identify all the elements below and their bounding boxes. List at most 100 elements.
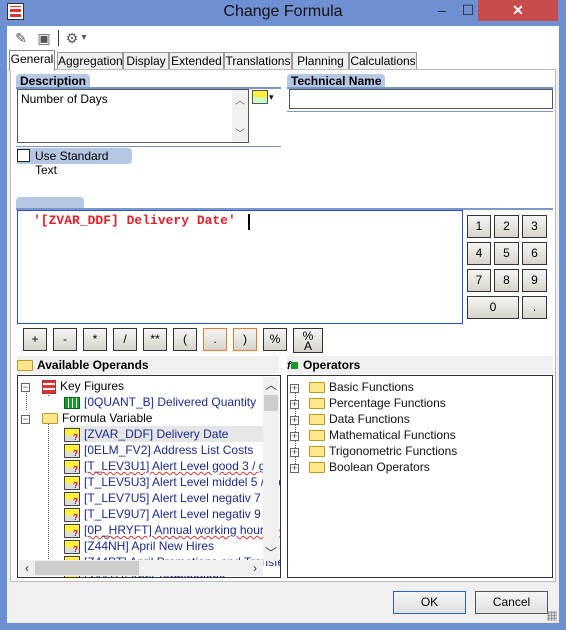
keypad-5-button[interactable]: 5 — [494, 242, 519, 265]
minus-button[interactable]: - — [53, 328, 77, 351]
multiply-button[interactable]: * — [83, 328, 107, 351]
expand-icon[interactable]: + — [290, 464, 299, 473]
operators-tree[interactable]: + Basic Functions + Percentage Functions +… — [287, 375, 553, 578]
scroll-left-icon[interactable]: ‹ — [19, 560, 35, 576]
vertical-scroll-thumb[interactable] — [264, 395, 278, 411]
tab-general[interactable]: General — [9, 50, 55, 71]
minimize-button[interactable]: – — [432, 0, 452, 21]
tree-node-t-lev9u7[interactable]: [T_LEV9U7] Alert Level negativ 9 / n — [64, 506, 277, 522]
folder-icon — [309, 382, 325, 394]
tree-node-basic-functions[interactable]: + Basic Functions — [290, 379, 414, 395]
chevron-down-icon[interactable]: ▾ — [79, 29, 89, 47]
horizontal-scroll-thumb[interactable] — [35, 561, 139, 575]
use-standard-text-label: Use Standard Text — [35, 149, 109, 177]
tree-node-mathematical-functions[interactable]: + Mathematical Functions — [290, 427, 456, 443]
close-button[interactable]: ✕ — [478, 0, 558, 21]
operators-header: f Operators — [287, 356, 553, 374]
tree-node-boolean-operators[interactable]: + Boolean Operators — [290, 459, 430, 475]
percent-a-button[interactable]: % A — [293, 328, 323, 353]
tab-calculations[interactable]: Calculations — [349, 52, 417, 70]
scroll-down-icon[interactable]: ﹀ — [263, 545, 279, 561]
tree-node-data-functions[interactable]: + Data Functions — [290, 411, 410, 427]
expand-icon[interactable]: + — [290, 400, 299, 409]
formula-text: '[ZVAR_DDF] Delivery Date' — [33, 213, 236, 228]
formula-editor[interactable]: '[ZVAR_DDF] Delivery Date' — [17, 210, 463, 324]
open-paren-button[interactable]: ( — [173, 328, 197, 351]
description-input[interactable]: Number of Days ︿ ﹀ — [17, 89, 249, 143]
technical-name-input[interactable] — [289, 89, 553, 109]
use-standard-text-checkbox[interactable] — [17, 149, 30, 162]
variable-icon — [64, 443, 80, 458]
variable-picker-dropdown-icon[interactable]: ▾ — [269, 90, 277, 104]
variable-icon — [64, 539, 80, 554]
collapse-icon[interactable]: − — [21, 383, 30, 392]
scroll-right-icon[interactable]: › — [247, 560, 263, 576]
tree-node-percentage-functions[interactable]: + Percentage Functions — [290, 395, 446, 411]
folder-icon — [309, 446, 325, 458]
tab-aggregation[interactable]: Aggregation — [57, 52, 123, 70]
tab-display[interactable]: Display — [123, 52, 169, 70]
scroll-up-icon[interactable]: ︿ — [232, 92, 248, 107]
folder-icon — [309, 462, 325, 474]
keypad-9-button[interactable]: 9 — [522, 269, 547, 292]
keypad-1-button[interactable]: 1 — [467, 215, 491, 238]
tree-node-zvar-ddf[interactable]: [ZVAR_DDF] Delivery Date — [64, 426, 264, 442]
tree-node-trigonometric-functions[interactable]: + Trigonometric Functions — [290, 443, 457, 459]
expand-icon[interactable]: + — [290, 448, 299, 457]
variable-icon — [64, 427, 80, 442]
close-paren-button[interactable]: ) — [233, 328, 257, 351]
operands-vertical-scrollbar[interactable]: ︿ ﹀ — [263, 377, 279, 561]
tree-node-t-lev3u1[interactable]: [T_LEV3U1] Alert Level good 3 / goo — [64, 458, 279, 474]
plus-button[interactable]: + — [23, 328, 47, 351]
comma-button[interactable]: . — [203, 328, 227, 351]
use-standard-text-row: Use Standard Text — [17, 148, 132, 177]
toolbar: ✎ ▣ ⚙ ▾ — [7, 26, 559, 50]
keypad-7-button[interactable]: 7 — [467, 269, 491, 292]
tab-bar: General Aggregation Display Extended Tra… — [7, 50, 559, 71]
keypad-3-button[interactable]: 3 — [522, 215, 547, 238]
expand-icon[interactable]: + — [290, 416, 299, 425]
keypad-dot-button[interactable]: . — [522, 296, 547, 319]
folder-icon — [309, 430, 325, 442]
description-scrollbar[interactable]: ︿ ﹀ — [232, 90, 248, 142]
description-label: Description — [16, 74, 91, 88]
tab-planning[interactable]: Planning — [292, 52, 349, 70]
tree-node-0p-hryft[interactable]: [0P_HRYFT] Annual working hours o — [64, 522, 280, 538]
divide-button[interactable]: / — [113, 328, 137, 351]
expand-icon[interactable]: + — [290, 384, 299, 393]
ok-button[interactable]: OK — [393, 591, 466, 614]
folder-icon — [309, 414, 325, 426]
maximize-button[interactable]: ☐ — [458, 0, 478, 21]
collapse-icon[interactable]: − — [21, 415, 30, 424]
scroll-down-icon[interactable]: ﹀ — [232, 125, 248, 140]
expand-icon[interactable]: + — [290, 432, 299, 441]
available-operands-tree[interactable]: − Key Figures [0QUANT_B] Delivered Quanti… — [17, 375, 281, 578]
keypad-0-button[interactable]: 0 — [467, 296, 519, 319]
tree-node-z44nh[interactable]: [Z44NH] April New Hires — [64, 538, 214, 554]
tree-node-0elm-fv2[interactable]: [0ELM_FV2] Address List Costs — [64, 442, 253, 458]
operands-horizontal-scrollbar[interactable]: ‹ › — [19, 560, 263, 576]
edit-icon[interactable]: ✎ — [12, 29, 30, 47]
variable-icon — [64, 523, 80, 538]
scroll-up-icon[interactable]: ︿ — [263, 377, 279, 393]
keypad-6-button[interactable]: 6 — [522, 242, 547, 265]
tree-node-formula-variable[interactable]: − Formula Variable — [21, 410, 152, 426]
resize-grip-icon[interactable] — [547, 611, 557, 621]
variable-picker-icon[interactable] — [252, 90, 268, 104]
keypad-4-button[interactable]: 4 — [467, 242, 491, 265]
tab-extended[interactable]: Extended — [169, 52, 224, 70]
tree-node-t-lev7u5[interactable]: [T_LEV7U5] Alert Level negativ 7 / n — [64, 490, 277, 506]
save-icon[interactable]: ▣ — [35, 29, 53, 47]
percent-button[interactable]: % — [263, 328, 287, 351]
description-bottom-line — [16, 146, 281, 147]
tree-node-key-figures[interactable]: − Key Figures — [21, 378, 124, 394]
keypad-8-button[interactable]: 8 — [494, 269, 519, 292]
tab-translations[interactable]: Translations — [224, 52, 292, 70]
tree-node-delivered-quantity[interactable]: [0QUANT_B] Delivered Quantity — [64, 394, 256, 410]
technical-name-bottom-line — [287, 111, 553, 112]
keypad-2-button[interactable]: 2 — [494, 215, 519, 238]
tree-node-t-lev5u3[interactable]: [T_LEV5U3] Alert Level middel 5 / go — [64, 474, 280, 490]
cancel-button[interactable]: Cancel — [475, 591, 548, 614]
function-icon: f — [287, 357, 303, 375]
power-button[interactable]: ** — [143, 328, 167, 351]
